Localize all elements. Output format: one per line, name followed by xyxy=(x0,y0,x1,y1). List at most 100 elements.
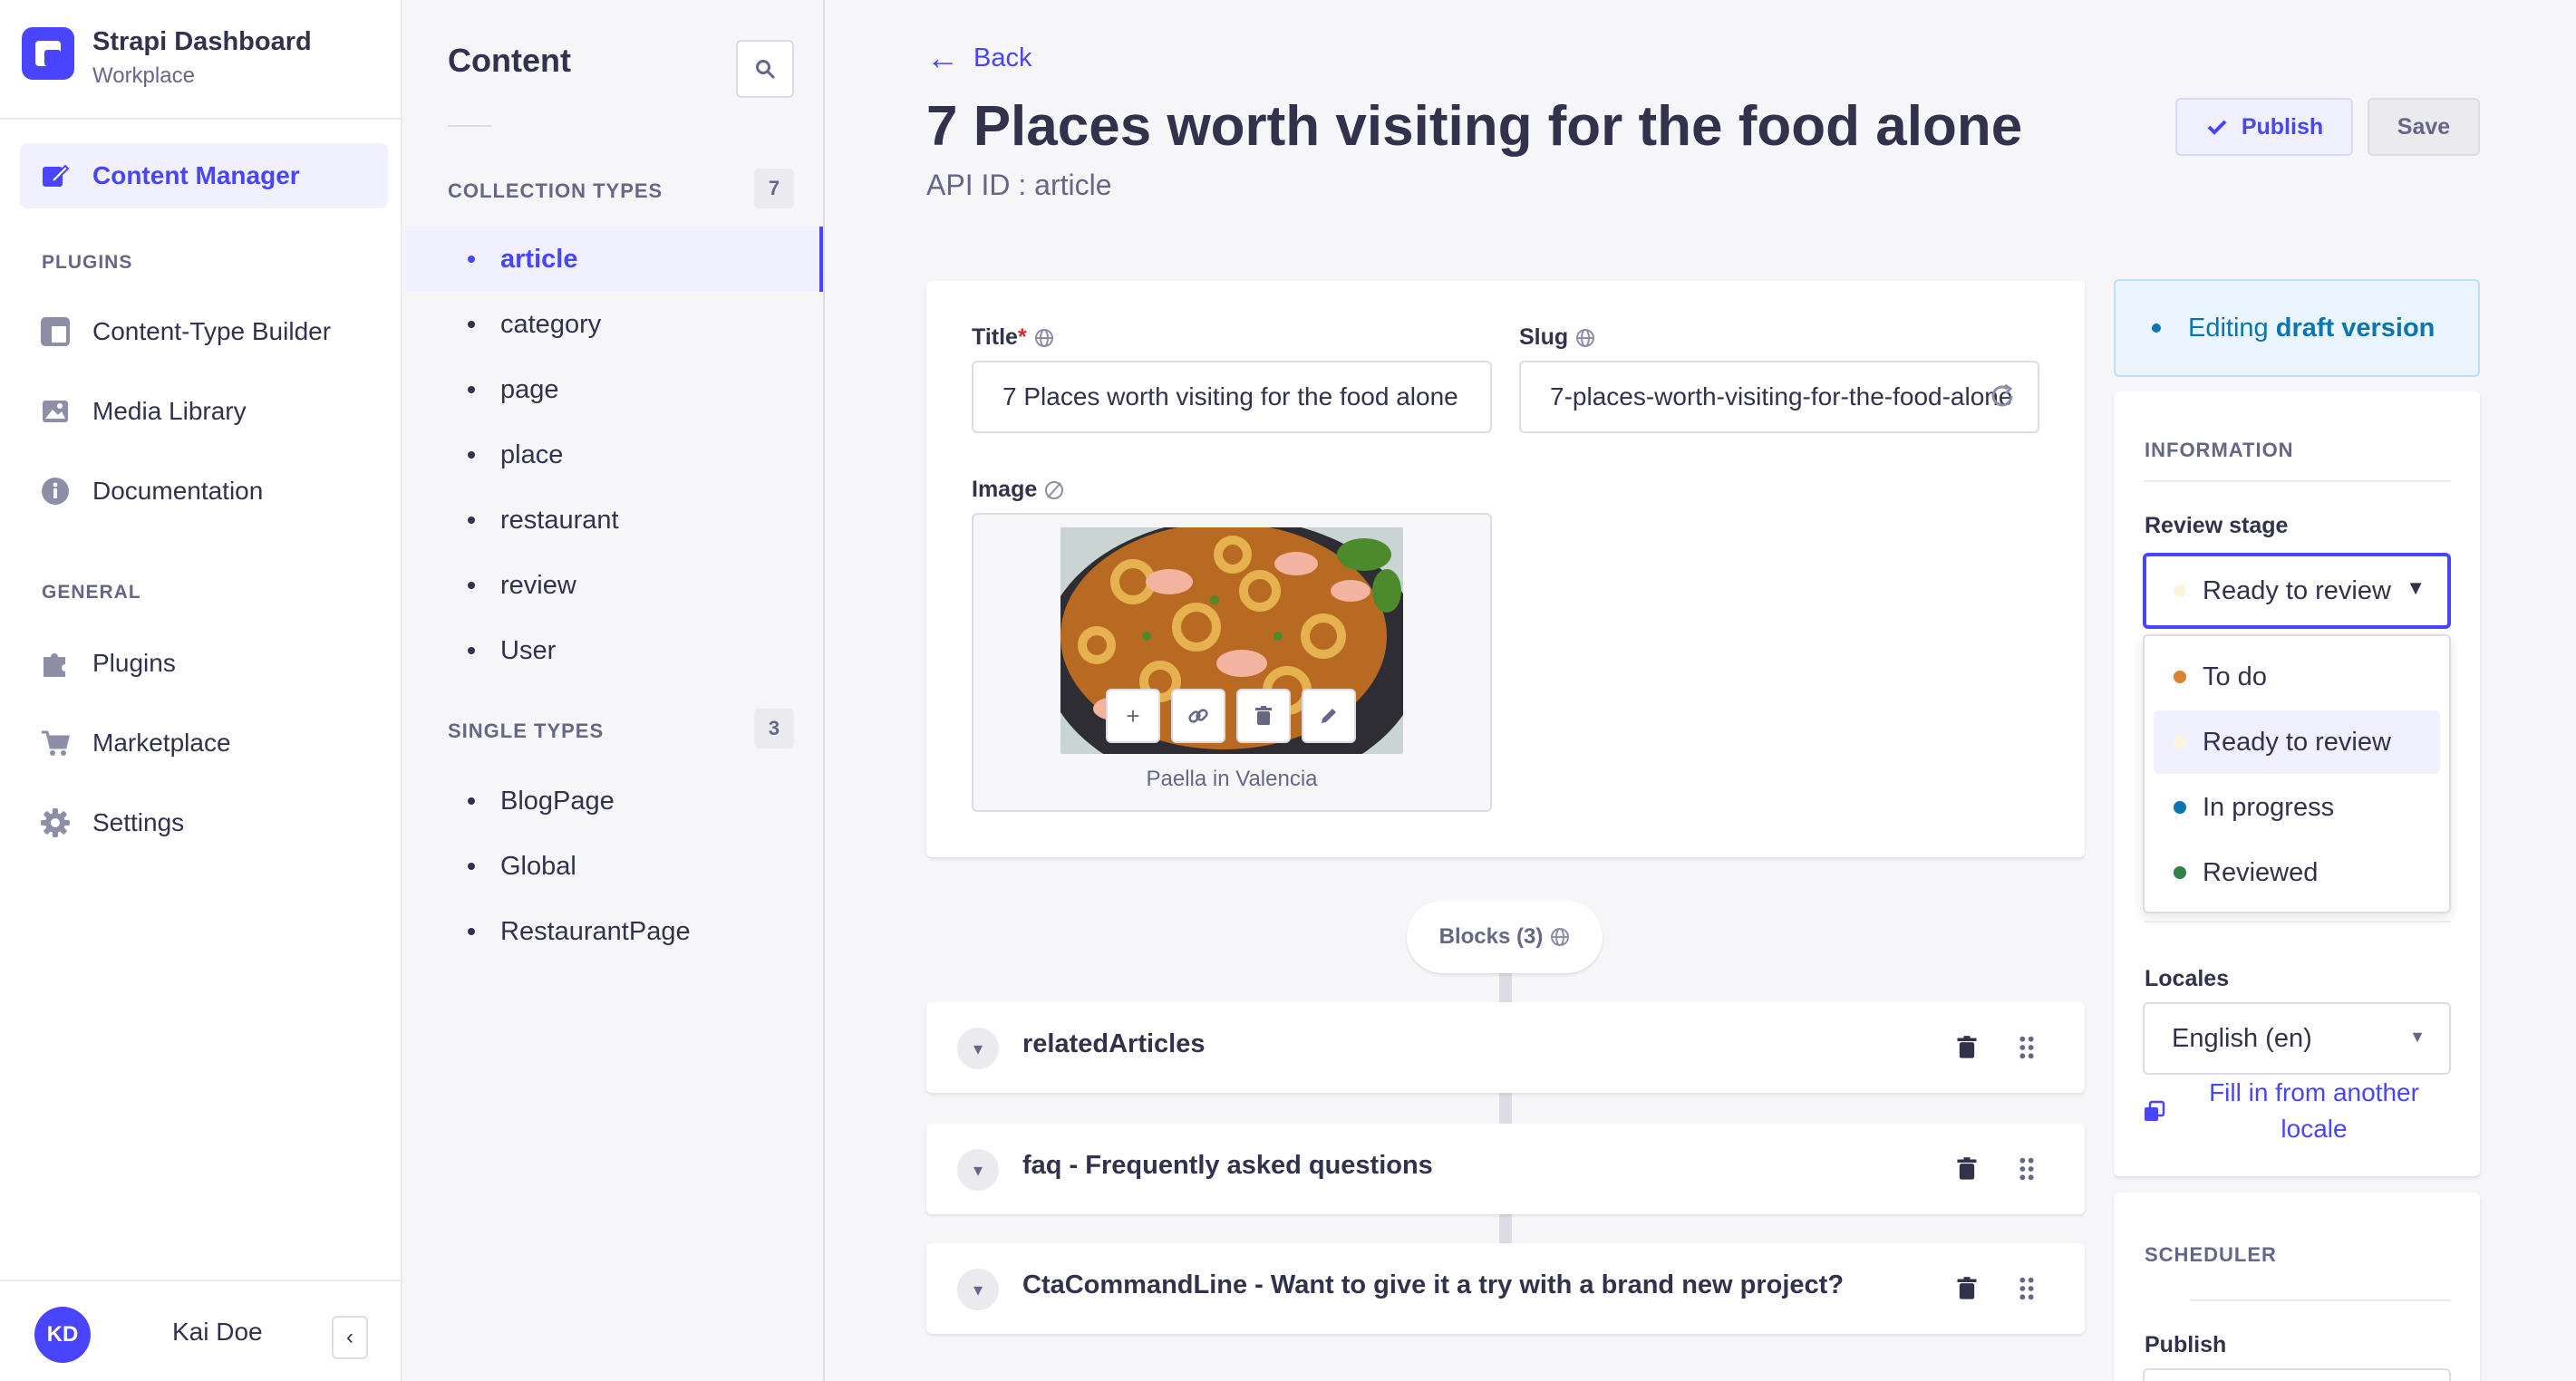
add-asset-button[interactable]: + xyxy=(1106,689,1160,743)
sidebar-item-label: category xyxy=(500,309,602,339)
nav-item-content-manager-link[interactable]: Content Manager xyxy=(40,158,300,194)
collection-types-count: 7 xyxy=(754,169,794,208)
avatar[interactable]: KD xyxy=(34,1307,91,1363)
schedule-publish-input[interactable] xyxy=(2143,1368,2451,1381)
stage-option-label: Ready to review xyxy=(2203,727,2391,757)
chevron-down-icon[interactable]: ▾ xyxy=(957,1028,999,1069)
sidebar-item-place[interactable]: place xyxy=(468,437,563,473)
edit-asset-button[interactable] xyxy=(1302,689,1356,743)
trash-icon[interactable] xyxy=(1954,1035,1980,1060)
gear-icon xyxy=(40,807,71,838)
nav-label: Marketplace xyxy=(92,729,231,757)
chevron-left-icon: ‹ xyxy=(346,1325,353,1349)
stage-option-label: In progress xyxy=(2203,792,2335,822)
sidebar-item-blogpage[interactable]: BlogPage xyxy=(468,783,615,819)
stage-option-ready-to-review[interactable]: Ready to review xyxy=(2154,710,2440,774)
sidebar-item-global[interactable]: Global xyxy=(468,848,576,884)
nav-item-marketplace[interactable]: Marketplace xyxy=(40,725,231,761)
regenerate-icon[interactable] xyxy=(1987,381,2018,411)
stage-option-label: Reviewed xyxy=(2203,857,2319,887)
globe-icon xyxy=(1576,328,1595,347)
block-label: CtaCommandLine - Want to give it a try w… xyxy=(1022,1270,1845,1299)
trash-icon xyxy=(1255,706,1272,725)
image-icon xyxy=(40,396,71,427)
nav-item-content-type-builder[interactable]: Content-Type Builder xyxy=(40,314,331,350)
sidebar-item-label: Global xyxy=(500,851,576,881)
shopping-cart-icon xyxy=(40,728,71,758)
sidebar-item-user[interactable]: User xyxy=(468,633,556,669)
nav-item-settings[interactable]: Settings xyxy=(40,805,184,841)
plus-icon: + xyxy=(1126,701,1140,729)
block-row[interactable]: ▾ faq - Frequently asked questions xyxy=(926,1124,2085,1214)
image-field-label: Image xyxy=(972,477,1064,503)
nav-item-media-library[interactable]: Media Library xyxy=(40,393,247,430)
drag-handle-icon[interactable] xyxy=(2014,1276,2039,1301)
drag-handle-icon[interactable] xyxy=(2014,1035,2039,1060)
review-stage-select[interactable]: Ready to review ▼ xyxy=(2143,553,2451,629)
block-row[interactable]: ▾ relatedArticles xyxy=(926,1002,2085,1093)
nav-item-documentation[interactable]: Documentation xyxy=(40,473,263,509)
blocks-count-pill: Blocks (3) xyxy=(1407,901,1603,973)
block-row[interactable]: ▾ CtaCommandLine - Want to give it a try… xyxy=(926,1243,2085,1334)
nav-item-plugins[interactable]: Plugins xyxy=(40,645,176,681)
sidebar-item-restaurantpage[interactable]: RestaurantPage xyxy=(468,913,691,950)
review-stage-value: Ready to review xyxy=(2203,575,2391,605)
divider xyxy=(0,118,402,120)
locale-select[interactable]: English (en) ▼ xyxy=(2143,1002,2451,1075)
collapse-nav-button[interactable]: ‹ xyxy=(332,1316,368,1359)
stage-dot xyxy=(2174,671,2186,683)
active-item-indicator xyxy=(819,227,823,292)
stage-dot xyxy=(2174,584,2186,597)
stage-option-to-do[interactable]: To do xyxy=(2154,645,2440,709)
fill-from-locale-link[interactable]: Fill in from another locale xyxy=(2193,1075,2435,1147)
connector xyxy=(1499,973,1512,1002)
general-section-label: GENERAL xyxy=(42,582,141,603)
pencil-icon xyxy=(1322,709,1336,723)
strapi-logo xyxy=(22,27,74,80)
save-button[interactable]: Save xyxy=(2368,98,2480,156)
plugins-section-label: PLUGINS xyxy=(42,252,133,273)
publish-button[interactable]: Publish xyxy=(2175,98,2353,156)
divider xyxy=(2145,480,2451,482)
slug-input[interactable]: 7-places-worth-visiting-for-the-food-alo… xyxy=(1519,361,2039,433)
sidebar-item-category[interactable]: category xyxy=(468,306,601,343)
title-input[interactable]: 7 Places worth visiting for the food alo… xyxy=(972,361,1492,433)
title-field-label: Title * xyxy=(972,324,1054,351)
sidebar-item-review[interactable]: review xyxy=(468,567,576,604)
user-name[interactable]: Kai Doe xyxy=(172,1318,263,1347)
draft-status-banner: Editing draft version xyxy=(2114,279,2480,377)
trash-icon[interactable] xyxy=(1954,1276,1980,1301)
puzzle-icon xyxy=(40,648,71,679)
publish-label: Publish xyxy=(2241,113,2324,140)
copy-link-button[interactable] xyxy=(1171,689,1225,743)
review-stage-dropdown: To do Ready to review In progress Review… xyxy=(2143,634,2451,913)
layout-icon xyxy=(40,316,71,347)
sidebar-item-label: place xyxy=(500,439,564,469)
chevron-down-icon[interactable]: ▾ xyxy=(957,1149,999,1191)
sidebar-item-page[interactable]: page xyxy=(468,372,559,408)
sidebar-item-label: article xyxy=(500,244,578,274)
workspace-subtitle: Workplace xyxy=(92,63,195,88)
nav-label: Documentation xyxy=(92,477,264,505)
search-icon xyxy=(756,60,775,79)
chevron-down-icon[interactable]: ▾ xyxy=(957,1269,999,1310)
collection-types-label: COLLECTION TYPES xyxy=(448,179,663,202)
sidebar-item-label: User xyxy=(500,635,557,665)
stage-option-in-progress[interactable]: In progress xyxy=(2154,776,2440,839)
sidebar-item-restaurant[interactable]: restaurant xyxy=(468,502,619,538)
back-link[interactable]: ← Back xyxy=(926,39,1031,76)
nav-label: Settings xyxy=(92,808,185,836)
globe-icon xyxy=(1551,928,1570,946)
trash-icon[interactable] xyxy=(1954,1156,1980,1182)
info-icon xyxy=(40,476,71,507)
delete-asset-button[interactable] xyxy=(1236,689,1291,743)
block-label: faq - Frequently asked questions xyxy=(1022,1151,1433,1180)
sidebar-item-article[interactable]: article xyxy=(468,241,577,277)
stage-option-reviewed[interactable]: Reviewed xyxy=(2154,841,2440,904)
drag-handle-icon[interactable] xyxy=(2014,1156,2039,1182)
connector xyxy=(1499,1093,1512,1124)
nav-label: Content-Type Builder xyxy=(92,317,332,345)
search-button[interactable] xyxy=(736,40,794,98)
globe-crossed-icon xyxy=(1045,480,1064,499)
information-label: INFORMATION xyxy=(2145,439,2294,461)
